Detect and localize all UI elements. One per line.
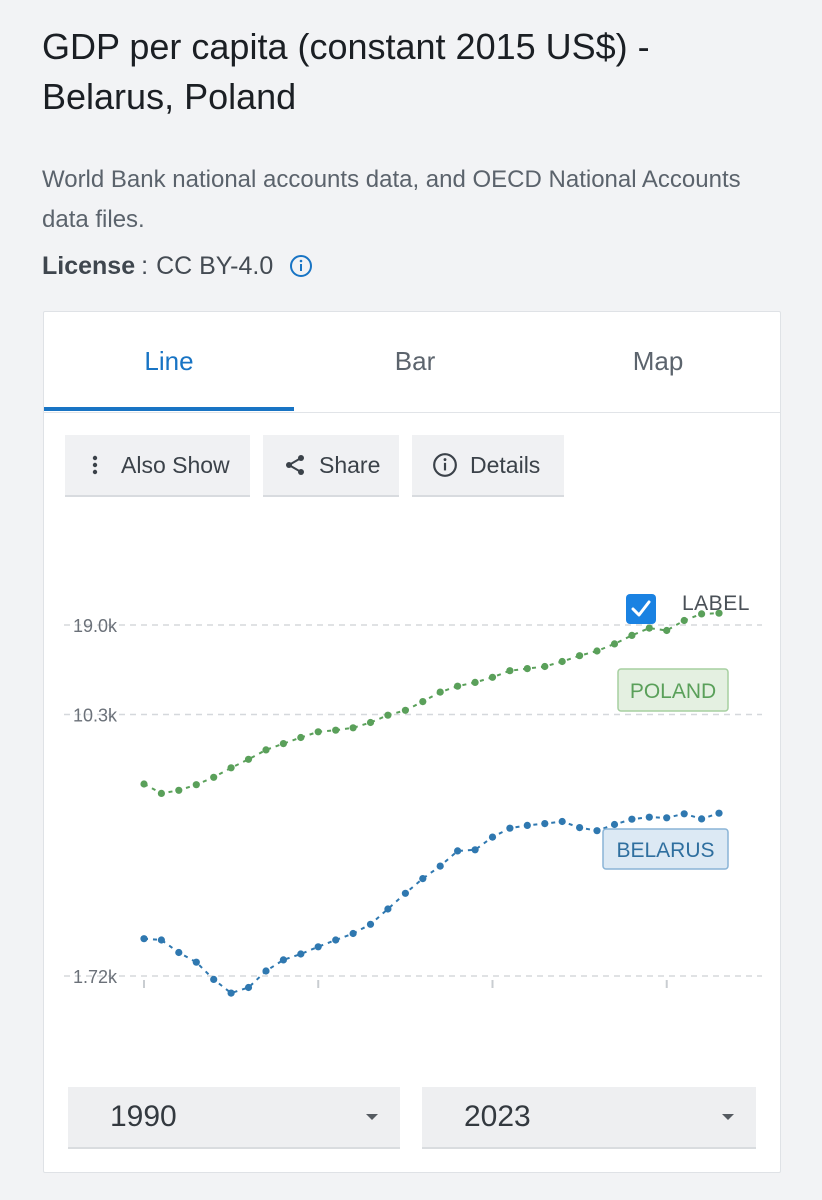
data-point <box>663 814 671 822</box>
data-point <box>401 889 409 897</box>
chevron-down-icon <box>366 1114 378 1120</box>
data-point <box>523 821 531 829</box>
data-point <box>157 936 165 944</box>
label-toggle-text: LABEL <box>682 592 750 615</box>
data-point <box>558 817 566 826</box>
data-point <box>419 875 427 883</box>
line-chart: 19.0k 10.3k 1.72k POLAND BELARUS <box>64 609 762 997</box>
data-point <box>628 815 636 823</box>
license-line: License : CC BY-4.0 <box>42 248 313 284</box>
data-point <box>454 682 462 690</box>
license-info-icon[interactable] <box>289 254 313 278</box>
y-tick-label: 10.3k <box>73 705 118 725</box>
chevron-down-icon <box>722 1114 734 1120</box>
data-point <box>210 773 218 781</box>
data-point <box>279 956 287 964</box>
data-point <box>488 673 497 681</box>
data-point <box>401 706 409 714</box>
data-point <box>506 667 514 675</box>
data-point <box>262 746 270 754</box>
chart-card: Line Bar Map Also Show Share Details 19.… <box>43 311 781 1173</box>
data-point <box>297 950 305 958</box>
data-point <box>663 626 671 635</box>
data-point <box>610 640 619 648</box>
y-tick-label: 1.72k <box>73 967 118 987</box>
data-point <box>558 657 566 666</box>
page-title: GDP per capita (constant 2015 US$) - Bel… <box>42 26 650 117</box>
data-point <box>244 755 253 763</box>
data-point <box>175 948 183 957</box>
data-point <box>366 718 375 727</box>
data-point <box>698 815 706 823</box>
data-point <box>384 711 392 719</box>
start-year-value: 1990 <box>110 1100 177 1133</box>
end-year-value: 2023 <box>464 1100 531 1133</box>
data-point <box>471 678 479 686</box>
data-point <box>593 827 601 835</box>
data-point <box>593 647 601 655</box>
data-point <box>157 789 165 797</box>
data-point <box>297 733 305 742</box>
data-point <box>628 631 636 639</box>
data-point <box>227 989 235 997</box>
data-point <box>541 662 549 671</box>
data-point <box>314 728 322 736</box>
data-point <box>332 936 340 944</box>
data-point <box>715 809 723 817</box>
data-point <box>576 652 584 660</box>
series-label-belarus: BELARUS <box>616 839 714 862</box>
data-point <box>349 929 357 938</box>
data-point <box>227 764 235 772</box>
license-label: License <box>42 252 136 280</box>
license-value: CC BY-4.0 <box>156 252 274 280</box>
data-point <box>680 810 688 818</box>
data-point <box>436 688 444 696</box>
data-point <box>645 813 653 821</box>
data-point <box>454 847 462 855</box>
data-point <box>192 781 200 789</box>
data-point <box>384 905 392 913</box>
end-year-select[interactable]: 2023 <box>422 1087 756 1149</box>
start-year-select[interactable]: 1990 <box>68 1087 400 1149</box>
series-label-poland: POLAND <box>630 680 716 703</box>
data-point <box>332 726 340 734</box>
data-point <box>192 958 200 966</box>
data-point <box>541 820 549 828</box>
data-point <box>175 786 183 794</box>
data-point <box>366 920 375 928</box>
data-point <box>488 833 497 841</box>
data-point <box>436 862 444 870</box>
label-checkbox[interactable] <box>626 594 656 624</box>
source-note: World Bank national accounts data, and O… <box>42 166 741 233</box>
data-point <box>314 943 322 951</box>
data-point <box>576 824 584 832</box>
data-point <box>645 624 653 632</box>
license-separator: : <box>141 252 149 280</box>
data-point <box>349 724 357 732</box>
y-tick-label: 19.0k <box>73 616 118 636</box>
data-point <box>244 983 253 992</box>
data-point <box>471 846 479 854</box>
data-point <box>523 665 531 673</box>
data-point <box>262 967 270 975</box>
data-point <box>140 780 148 788</box>
data-point <box>279 740 287 748</box>
data-point <box>680 616 688 625</box>
check-icon <box>631 600 651 617</box>
data-point <box>210 975 218 984</box>
data-point <box>610 820 619 829</box>
data-point <box>140 935 148 943</box>
data-point <box>506 824 514 832</box>
data-point <box>419 698 427 706</box>
